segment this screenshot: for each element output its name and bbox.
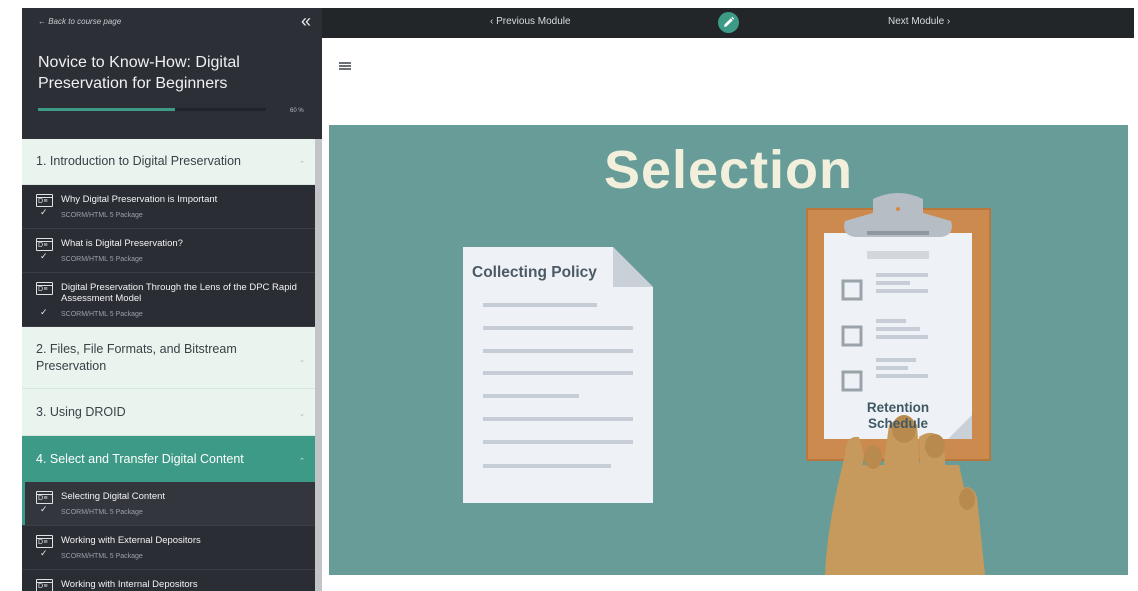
lesson-type: SCORM/HTML 5 Package (61, 311, 143, 318)
next-module-button[interactable]: Next Module › (888, 16, 950, 27)
chevron-up-icon: ⌃ (299, 458, 305, 465)
clipboard-label-line: Retention (866, 400, 930, 415)
scorm-package-icon (36, 535, 53, 548)
course-player: ← Back to course page « Novice to Know-H… (0, 0, 1138, 591)
chevron-down-icon: ⌄ (299, 356, 305, 364)
course-title: Novice to Know-How: Digital Preservation… (38, 54, 240, 92)
completed-check-icon: ✓ (40, 251, 48, 261)
lesson-title: Selecting Digital Content (61, 491, 166, 502)
lesson-item[interactable]: Why Digital Preservation is Important ✓ … (22, 185, 315, 229)
module-title: 4. Select and Transfer Digital Content (36, 451, 244, 466)
document-icon (463, 247, 653, 503)
lesson-title: Digital Preservation Through the Lens of… (61, 282, 297, 304)
course-progress-bar (38, 108, 266, 111)
hamburger-icon[interactable] (339, 62, 351, 70)
lesson-item[interactable]: Digital Preservation Through the Lens of… (22, 273, 315, 327)
back-to-course-link[interactable]: ← Back to course page (38, 17, 121, 26)
scorm-package-icon (36, 194, 53, 207)
lesson-type: SCORM/HTML 5 Package (61, 509, 143, 516)
lesson-type: SCORM/HTML 5 Package (61, 553, 143, 560)
sidebar-header: ← Back to course page « Novice to Know-H… (22, 8, 322, 139)
lesson-title: Why Digital Preservation is Important (61, 194, 218, 205)
lesson-type: SCORM/HTML 5 Package (61, 212, 143, 219)
scrollbar-thumb[interactable] (315, 139, 322, 591)
scorm-package-icon (36, 238, 53, 251)
module-nav-bar: ‹ Previous Module Next Module › (322, 8, 1134, 38)
chevron-up-icon: ⌃ (299, 160, 305, 168)
collapse-sidebar-icon[interactable]: « (301, 11, 311, 32)
lesson-item[interactable]: Working with External Depositors ✓ SCORM… (22, 526, 315, 570)
module-header[interactable]: 2. Files, File Formats, and Bitstream Pr… (22, 327, 315, 389)
module-title: 3. Using DROID (36, 404, 126, 419)
document-label: Collecting Policy (472, 264, 597, 281)
clipboard-label-line: Schedule (867, 416, 929, 431)
module-title: 2. Files, File Formats, and Bitstream Pr… (36, 341, 237, 373)
completed-check-icon: ✓ (40, 307, 48, 317)
pencil-icon[interactable] (718, 12, 739, 33)
course-progress-fill (38, 108, 175, 111)
course-sidebar: ← Back to course page « Novice to Know-H… (22, 8, 322, 591)
sidebar-scrollbar[interactable] (315, 139, 322, 591)
slide-title: Selection (603, 140, 854, 200)
completed-check-icon: ✓ (40, 207, 48, 217)
scorm-package-icon (36, 491, 53, 504)
previous-module-button[interactable]: ‹ Previous Module (490, 16, 571, 27)
module-title: 1. Introduction to Digital Preservation (36, 154, 241, 168)
lesson-title: What is Digital Preservation? (61, 238, 183, 249)
module-header[interactable]: 3. Using DROID ⌄ (22, 389, 315, 436)
lesson-item[interactable]: What is Digital Preservation? ✓ SCORM/HT… (22, 229, 315, 273)
clipboard-label: Retention Schedule (860, 400, 936, 432)
lesson-slide: Selection Collecting Policy Retention Sc… (329, 125, 1128, 575)
chevron-down-icon: ⌄ (299, 411, 305, 418)
completed-check-icon: ✓ (40, 548, 48, 558)
lesson-item[interactable]: Working with Internal Depositors (22, 570, 315, 591)
scorm-package-icon (36, 282, 53, 295)
completed-check-icon: ✓ (40, 504, 48, 514)
module-header[interactable]: 4. Select and Transfer Digital Content ⌃ (22, 436, 315, 482)
lesson-type: SCORM/HTML 5 Package (61, 256, 143, 263)
module-header[interactable]: 1. Introduction to Digital Preservation … (22, 139, 315, 185)
scorm-package-icon (36, 579, 53, 591)
course-progress-label: 60 % (290, 108, 304, 114)
lesson-title: Working with Internal Depositors (61, 579, 198, 590)
lesson-title: Working with External Depositors (61, 535, 201, 546)
lesson-item-current[interactable]: Selecting Digital Content ✓ SCORM/HTML 5… (22, 482, 315, 526)
module-list: 1. Introduction to Digital Preservation … (22, 139, 315, 591)
